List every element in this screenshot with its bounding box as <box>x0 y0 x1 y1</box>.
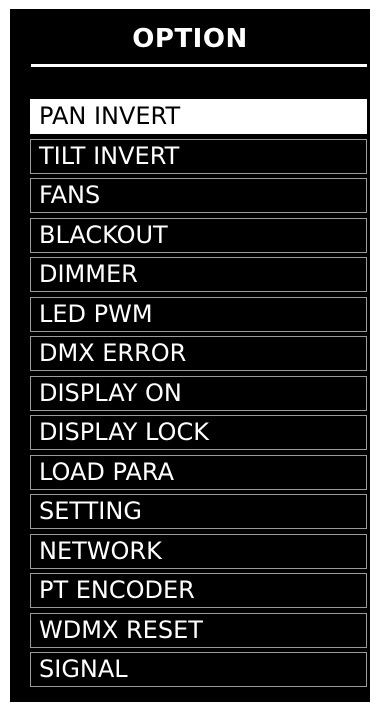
menu-item-pan-invert[interactable]: PAN INVERT <box>30 99 367 134</box>
menu-item-signal[interactable]: SIGNAL <box>30 652 367 687</box>
menu-item-display-lock[interactable]: DISPLAY LOCK <box>30 415 367 450</box>
menu-item-pt-encoder[interactable]: PT ENCODER <box>30 573 367 608</box>
screen-title: OPTION <box>132 24 248 54</box>
menu-item-load-para[interactable]: LOAD PARA <box>30 454 367 490</box>
title-divider <box>31 64 367 67</box>
menu-item-tilt-invert[interactable]: TILT INVERT <box>30 138 367 174</box>
menu-item-display-on[interactable]: DISPLAY ON <box>30 375 367 411</box>
menu-item-fans[interactable]: FANS <box>30 178 367 213</box>
menu-item-led-pwm[interactable]: LED PWM <box>30 296 367 332</box>
menu-item-blackout[interactable]: BLACKOUT <box>30 217 367 253</box>
option-screen: OPTION PAN INVERT TILT INVERT FANS BLACK… <box>10 9 370 702</box>
option-menu: PAN INVERT TILT INVERT FANS BLACKOUT DIM… <box>30 99 367 692</box>
menu-item-dmx-error[interactable]: DMX ERROR <box>30 336 367 371</box>
menu-item-network[interactable]: NETWORK <box>30 533 367 569</box>
menu-item-setting[interactable]: SETTING <box>30 494 367 529</box>
menu-item-dimmer[interactable]: DIMMER <box>30 257 367 292</box>
menu-item-wdmx-reset[interactable]: WDMX RESET <box>30 612 367 648</box>
